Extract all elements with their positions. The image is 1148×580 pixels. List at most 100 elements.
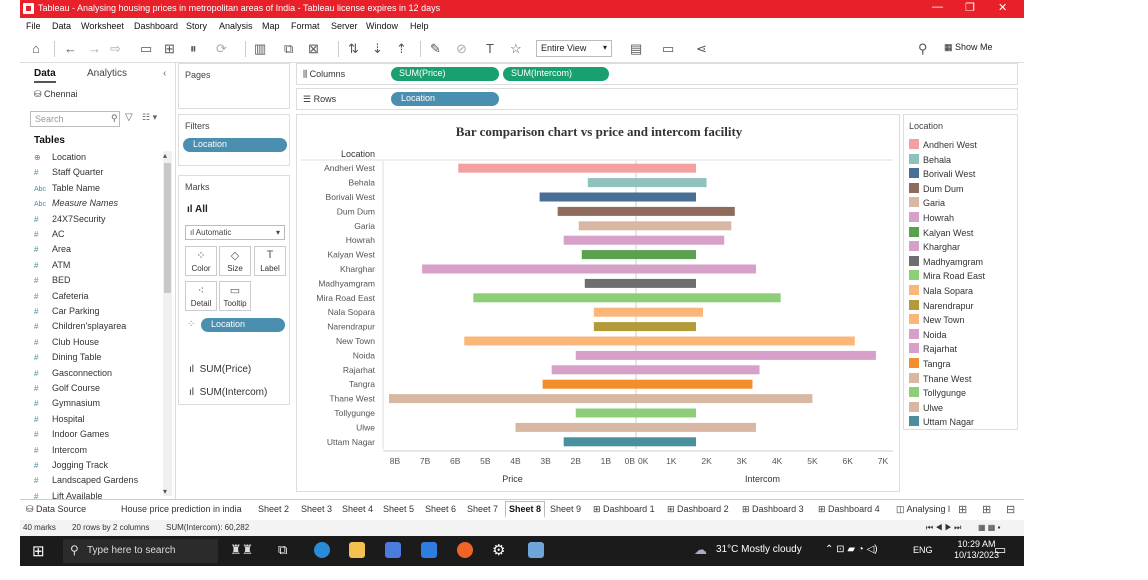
swap-icon[interactable]: ⇅ [348,41,359,57]
legend-item[interactable]: Rajarhat [909,343,957,354]
field-item[interactable]: # Club House [34,337,99,347]
undo-icon[interactable]: ← [64,41,77,56]
store-icon[interactable] [385,542,401,558]
home-icon[interactable]: ⌂ [32,41,40,56]
mail-icon[interactable] [421,542,437,558]
columns-pill-sum-price[interactable]: SUM(Price) [391,67,499,81]
show-me-button[interactable]: ▦ Show Me [944,42,993,53]
save-icon[interactable]: ▭ [140,41,152,57]
tableau-taskbar-icon[interactable] [528,542,544,558]
sort-desc-icon[interactable]: ⇡ [396,41,407,57]
collapse-pane-icon[interactable]: ‹ [163,68,166,79]
tab-dashboard-3[interactable]: ⊞ Dashboard 3 [742,504,804,515]
color-pill-location[interactable]: Location [201,318,285,332]
field-item[interactable]: # Landscaped Gardens [34,475,138,485]
menu-window[interactable]: Window [366,21,398,31]
field-item[interactable]: # Dining Table [34,352,101,362]
field-item[interactable]: # Children'splayarea [34,321,126,331]
edge-icon[interactable] [314,542,330,558]
tooltip-button[interactable]: ▭ Tooltip [219,281,251,311]
firefox-icon[interactable] [457,542,473,558]
tab-dashboard-4[interactable]: ⊞ Dashboard 4 [818,504,880,515]
maximize-icon[interactable]: ❐ [965,1,975,14]
refresh-icon[interactable]: ⟳ [216,41,227,57]
legend-item[interactable]: Mira Road East [909,270,985,281]
menu-story[interactable]: Story [186,21,207,31]
legend-item[interactable]: Uttam Nagar [909,416,974,427]
tab-sheet-3[interactable]: Sheet 3 [301,504,332,514]
tab-sheet-4[interactable]: Sheet 4 [342,504,373,514]
field-item[interactable]: #24X7Security [34,214,106,224]
pin-icon[interactable]: ☆ [510,41,522,57]
legend-item[interactable]: Tangra [909,358,951,369]
presentation-icon[interactable]: ▭ [662,41,674,57]
menu-dashboard[interactable]: Dashboard [134,21,178,31]
view-options-icon[interactable]: ☷ ▾ [142,112,157,123]
field-item[interactable]: # Gasconnection [34,368,112,378]
new-dashboard-icon[interactable]: ⊞ [982,503,991,516]
detail-button[interactable]: ⁖ Detail [185,281,217,311]
marks-sum-intercom[interactable]: ıl SUM(Intercom) [189,387,267,398]
tab-sheet-6[interactable]: Sheet 6 [425,504,456,514]
legend-item[interactable]: Tollygunge [909,387,966,398]
viz-area[interactable]: Bar comparison chart vs price and interc… [296,114,900,492]
menu-worksheet[interactable]: Worksheet [81,21,124,31]
columns-shelf[interactable]: ⫼ Columns SUM(Price) SUM(Intercom) [296,63,1018,85]
new-datasource-icon[interactable]: ⊞ [164,41,175,57]
field-item[interactable]: # Hospital [34,414,85,424]
label-button[interactable]: T Label [254,246,286,276]
menu-file[interactable]: File [26,21,41,31]
legend-item[interactable]: Kalyan West [909,226,973,238]
legend-item[interactable]: Thane West [909,372,971,384]
color-button[interactable]: ⁘ Color [185,246,217,276]
duplicate-icon[interactable]: ⧉ [284,41,293,57]
bar-chart[interactable]: Location Andheri West Behala Borivali West D… [297,115,899,491]
menu-data[interactable]: Data [52,21,71,31]
file-explorer-icon[interactable] [349,542,365,558]
legend-item[interactable]: Behala [909,153,951,165]
field-item[interactable]: # AC [34,229,65,239]
field-item[interactable]: # Staff Quarter [34,167,103,177]
share-icon[interactable]: ⋖ [696,41,707,57]
field-item[interactable]: Abc Table Name [34,183,100,193]
legend-item[interactable]: Borivali West [909,168,975,179]
tab-sheet-5[interactable]: Sheet 5 [383,504,414,514]
tab-analytics[interactable]: Analytics [87,68,127,79]
legend-item[interactable]: Garia [909,197,945,208]
cards-icon[interactable]: ▤ [630,41,642,57]
labels-icon[interactable]: T [486,41,494,56]
new-sheet-icon[interactable]: ▥ [254,41,266,57]
pause-icon[interactable]: ⏸ [190,41,197,57]
language-indicator[interactable]: ENG [913,545,933,555]
pin-tooltip-icon[interactable]: ⚲ [918,41,928,57]
legend-item[interactable]: Dum Dum [909,182,964,194]
marks-sum-price[interactable]: ıl SUM(Price) [189,364,251,375]
notifications-icon[interactable]: ▭ [994,542,1006,558]
menu-format[interactable]: Format [291,21,320,31]
marks-all[interactable]: ıl All [187,204,208,215]
legend-item[interactable]: Howrah [909,212,954,223]
menu-server[interactable]: Server [331,21,358,31]
task-view-icon[interactable]: ⧉ [278,542,287,558]
tab-dashboard-1[interactable]: ⊞ Dashboard 1 [593,504,655,515]
rows-pill-location[interactable]: Location [391,92,499,106]
legend-item[interactable]: Madhyamgram [909,255,983,267]
tab-sheet-2[interactable]: Sheet 2 [258,504,289,514]
field-item[interactable]: # BED [34,275,71,285]
tab-sheet-8[interactable]: Sheet 8 [505,501,546,518]
legend-item[interactable]: Nala Sopara [909,285,973,296]
new-worksheet-icon[interactable]: ⊞ [958,503,967,516]
field-item[interactable]: # Cafeteria [34,291,89,301]
tab-data-source[interactable]: ⛁ Data Source [26,504,86,515]
tab-data[interactable]: Data [34,68,56,83]
field-item[interactable]: # Golf Course [34,383,100,393]
field-item[interactable]: Abc Measure Names [34,198,118,208]
search-icon[interactable]: ⚲ [111,113,118,124]
filter-pill-location[interactable]: Location [183,138,287,152]
rows-shelf[interactable]: ☰ Rows Location [296,88,1018,110]
tab-house-price-prediction[interactable]: House price prediction in india [121,504,242,514]
legend-item[interactable]: Noida [909,328,947,340]
clear-icon[interactable]: ⊠ [308,41,319,57]
settings-icon[interactable]: ⚙ [492,541,505,559]
columns-pill-sum-intercom[interactable]: SUM(Intercom) [503,67,609,81]
